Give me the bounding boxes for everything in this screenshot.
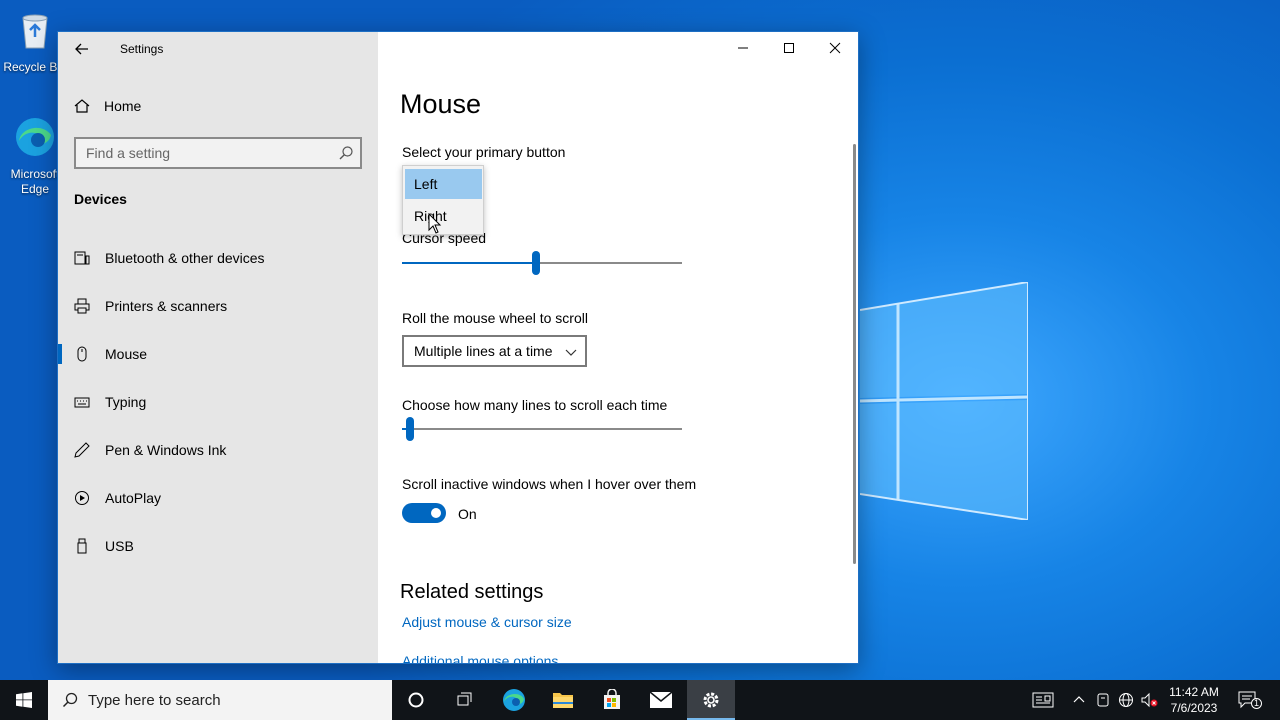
mail-icon	[649, 691, 673, 708]
wheel-scroll-dropdown[interactable]: Multiple lines at a time	[402, 335, 587, 367]
slider-thumb[interactable]	[532, 251, 540, 275]
autoplay-icon	[75, 491, 89, 505]
news-widget-button[interactable]	[1032, 692, 1054, 708]
wheel-scroll-label: Roll the mouse wheel to scroll	[402, 310, 588, 326]
settings-icon	[703, 692, 719, 708]
chevron-down-icon	[565, 349, 577, 356]
action-center-button[interactable]: 1	[1238, 691, 1262, 709]
network-button[interactable]	[1117, 692, 1135, 708]
globe-icon	[1119, 693, 1133, 707]
taskbar: Type here to search 11:42 AM 7/6/2023 1	[0, 680, 1280, 720]
window-title: Settings	[120, 42, 164, 56]
taskbar-search-box[interactable]: Type here to search	[48, 680, 392, 720]
sidebar-item-label: Mouse	[105, 346, 148, 362]
edge-taskbar-button[interactable]	[490, 680, 538, 720]
toggle-state-label: On	[458, 506, 477, 522]
sidebar-item-label: Pen & Windows Ink	[105, 442, 227, 458]
settings-taskbar-button[interactable]	[687, 680, 735, 720]
search-placeholder: Find a setting	[86, 145, 171, 161]
primary-button-dropdown-list[interactable]: Left Right	[402, 165, 484, 235]
mail-button[interactable]	[637, 680, 685, 720]
bluetooth-devices-icon	[74, 251, 90, 265]
cursor-speed-slider[interactable]	[402, 251, 682, 275]
store-icon	[604, 689, 620, 709]
main-content: Mouse Select your primary button Cursor …	[378, 32, 858, 663]
news-icon	[1032, 692, 1054, 708]
task-view-icon	[457, 692, 472, 706]
settings-window: Settings Home Find a setting Devices Blu…	[57, 31, 859, 664]
sidebar-item-label: AutoPlay	[105, 490, 162, 506]
volume-muted-icon	[1141, 692, 1158, 708]
option-left[interactable]: Left	[405, 169, 482, 199]
windows-start-icon	[16, 692, 32, 708]
adjust-cursor-size-link[interactable]: Adjust mouse & cursor size	[402, 614, 572, 630]
sidebar-item-label: USB	[105, 538, 134, 554]
cortana-icon	[408, 692, 424, 708]
lines-scroll-label: Choose how many lines to scroll each tim…	[402, 397, 668, 413]
sidebar-item-typing[interactable]: Typing	[58, 382, 378, 422]
start-button[interactable]	[0, 680, 48, 720]
sidebar-item-autoplay[interactable]: AutoPlay	[58, 478, 378, 518]
primary-button-label: Select your primary button	[402, 144, 566, 160]
inactive-scroll-toggle[interactable]	[402, 503, 446, 523]
search-icon	[62, 692, 78, 708]
edge-icon	[503, 689, 525, 711]
back-button[interactable]	[66, 34, 98, 64]
chevron-up-icon	[1073, 696, 1085, 703]
sidebar-item-pen[interactable]: Pen & Windows Ink	[58, 430, 378, 470]
file-explorer-button[interactable]	[539, 680, 587, 720]
clock-date: 7/6/2023	[1170, 701, 1218, 715]
volume-button[interactable]	[1141, 692, 1159, 708]
sidebar-item-bluetooth[interactable]: Bluetooth & other devices	[58, 238, 378, 278]
section-heading-devices: Devices	[74, 191, 127, 207]
home-icon	[74, 99, 90, 113]
windows-logo-wallpaper	[860, 282, 1028, 520]
search-icon[interactable]	[338, 145, 354, 161]
store-button[interactable]	[588, 680, 636, 720]
dropdown-value: Multiple lines at a time	[414, 343, 553, 359]
task-view-button[interactable]	[440, 680, 488, 720]
sidebar-item-mouse[interactable]: Mouse	[58, 334, 378, 374]
sidebar-item-label: Typing	[105, 394, 147, 410]
mouse-icon	[77, 346, 87, 362]
usb-icon	[77, 538, 87, 554]
device-tray-button[interactable]	[1094, 692, 1112, 708]
device-icon	[1097, 693, 1109, 707]
page-title: Mouse	[400, 89, 482, 119]
mouse-pointer-icon	[428, 213, 442, 234]
lines-scroll-slider[interactable]	[402, 417, 682, 441]
slider-thumb[interactable]	[406, 417, 414, 441]
inactive-scroll-label: Scroll inactive windows when I hover ove…	[402, 476, 697, 492]
clock[interactable]: 11:42 AM 7/6/2023	[1162, 684, 1226, 716]
find-setting-input[interactable]: Find a setting	[74, 137, 362, 169]
sidebar-item-label: Printers & scanners	[105, 298, 228, 314]
content-scrollbar[interactable]	[853, 144, 856, 564]
sidebar-item-printers[interactable]: Printers & scanners	[58, 286, 378, 326]
back-arrow-icon	[75, 43, 88, 55]
sidebar-item-usb[interactable]: USB	[58, 526, 378, 566]
additional-mouse-options-link[interactable]: Additional mouse options	[402, 653, 558, 663]
recycle-bin-icon	[22, 14, 48, 49]
related-settings-heading: Related settings	[400, 581, 544, 603]
notification-count: 1	[1251, 698, 1262, 709]
option-right[interactable]: Right	[405, 201, 482, 231]
file-explorer-icon	[553, 693, 573, 708]
sidebar-item-home[interactable]: Home	[74, 94, 141, 118]
sidebar-item-label: Bluetooth & other devices	[105, 250, 265, 266]
home-label: Home	[104, 98, 142, 114]
cortana-button[interactable]	[392, 680, 440, 720]
printer-icon	[74, 298, 90, 314]
sidebar: Settings Home Find a setting Devices Blu…	[58, 32, 378, 663]
keyboard-icon	[74, 397, 90, 408]
clock-time: 11:42 AM	[1169, 685, 1219, 699]
taskbar-search-placeholder: Type here to search	[88, 691, 221, 709]
slider-fill	[402, 262, 536, 264]
edge-icon	[16, 118, 54, 156]
pen-icon	[74, 442, 90, 458]
show-hidden-icons-button[interactable]	[1070, 692, 1088, 708]
